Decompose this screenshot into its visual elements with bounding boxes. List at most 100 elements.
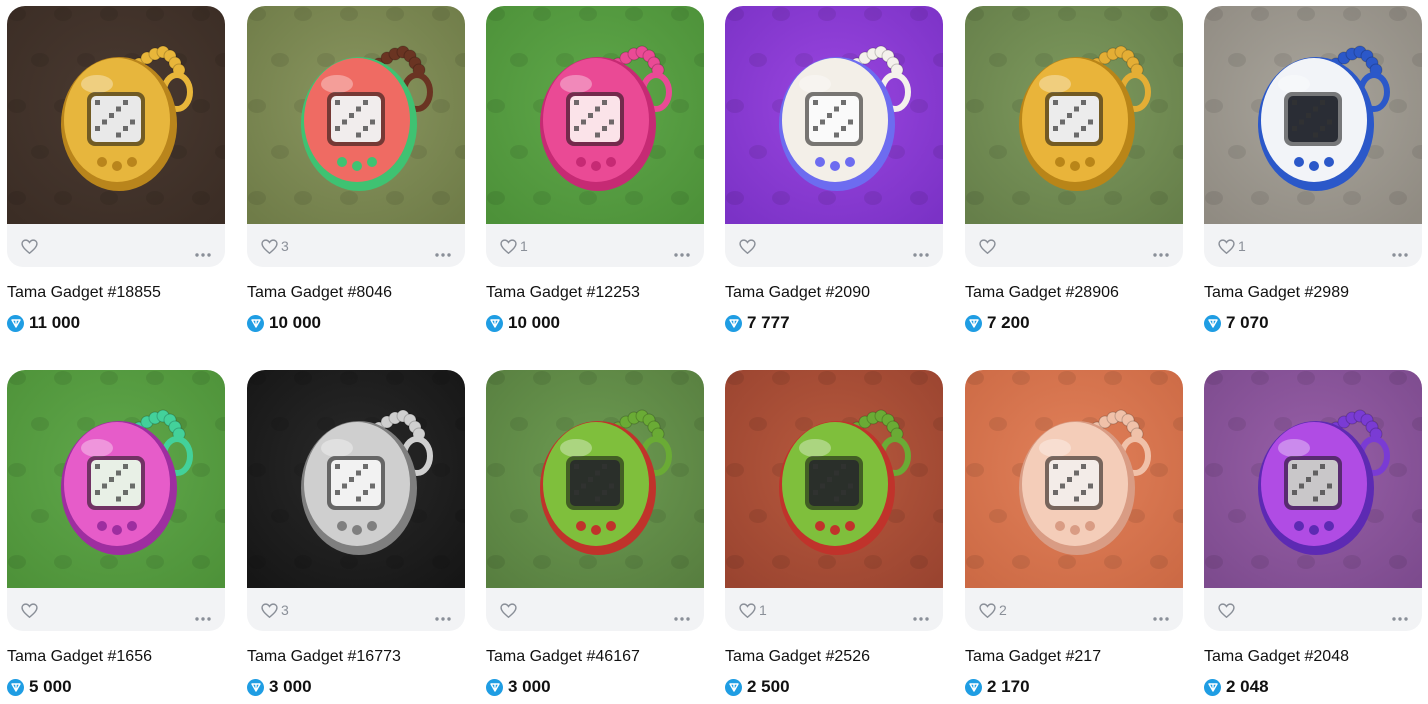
like-button[interactable] — [739, 237, 759, 255]
nft-price: 2 500 — [725, 677, 943, 697]
price-value: 11 000 — [29, 313, 81, 332]
ton-currency-icon — [7, 678, 24, 696]
nft-image[interactable] — [486, 6, 704, 224]
nft-card[interactable]: Tama Gadget #28906 7 200 — [965, 6, 1183, 333]
heart-icon — [261, 238, 278, 254]
heart-icon — [1218, 602, 1235, 618]
heart-icon — [739, 238, 756, 254]
gadget-pink-mint-icon — [7, 370, 225, 588]
nft-card[interactable]: 1 Tama Gadget #2989 7 070 — [1204, 6, 1422, 333]
nft-image[interactable] — [247, 370, 465, 588]
more-options-icon[interactable] — [195, 608, 211, 621]
card-actions: 1 — [486, 224, 704, 267]
card-actions — [7, 588, 225, 631]
nft-card[interactable]: 2 Tama Gadget #217 2 170 — [965, 370, 1183, 697]
like-count: 1 — [1238, 238, 1246, 254]
nft-price: 7 070 — [1204, 313, 1422, 333]
nft-image[interactable] — [247, 6, 465, 224]
like-button[interactable]: 1 — [500, 237, 528, 255]
more-options-icon[interactable] — [1153, 608, 1169, 621]
ton-currency-icon — [1204, 678, 1221, 696]
nft-title[interactable]: Tama Gadget #12253 — [486, 283, 704, 303]
nft-title[interactable]: Tama Gadget #8046 — [247, 283, 465, 303]
like-button[interactable]: 3 — [261, 601, 289, 619]
gadget-peach-icon — [965, 370, 1183, 588]
nft-price: 2 048 — [1204, 677, 1422, 697]
like-button[interactable]: 1 — [739, 601, 767, 619]
card-actions — [965, 224, 1183, 267]
nft-title[interactable]: Tama Gadget #2989 — [1204, 283, 1422, 303]
more-options-icon[interactable] — [674, 244, 690, 257]
like-button[interactable]: 2 — [979, 601, 1007, 619]
like-button[interactable] — [21, 601, 41, 619]
more-options-icon[interactable] — [913, 608, 929, 621]
nft-price: 2 170 — [965, 677, 1183, 697]
more-options-icon[interactable] — [435, 608, 451, 621]
price-value: 3 000 — [269, 677, 312, 696]
like-button[interactable] — [21, 237, 41, 255]
nft-card[interactable]: 3 Tama Gadget #8046 10 000 — [247, 6, 465, 333]
gadget-violet-icon — [1204, 370, 1422, 588]
nft-image[interactable] — [7, 6, 225, 224]
nft-title[interactable]: Tama Gadget #1656 — [7, 647, 225, 667]
nft-card[interactable]: 3 Tama Gadget #16773 3 000 — [247, 370, 465, 697]
more-options-icon[interactable] — [674, 608, 690, 621]
nft-card[interactable]: 1 Tama Gadget #12253 10 000 — [486, 6, 704, 333]
like-button[interactable]: 3 — [261, 237, 289, 255]
nft-card[interactable]: Tama Gadget #18855 11 000 — [7, 6, 225, 333]
nft-title[interactable]: Tama Gadget #18855 — [7, 283, 225, 303]
more-options-icon[interactable] — [435, 244, 451, 257]
nft-image[interactable] — [7, 370, 225, 588]
nft-image[interactable] — [486, 370, 704, 588]
like-count: 3 — [281, 238, 289, 254]
more-options-icon[interactable] — [195, 244, 211, 257]
nft-price: 10 000 — [247, 313, 465, 333]
nft-card[interactable]: Tama Gadget #2090 7 777 — [725, 6, 943, 333]
like-button[interactable] — [979, 237, 999, 255]
more-options-icon[interactable] — [1392, 608, 1408, 621]
heart-icon — [979, 238, 996, 254]
nft-price: 5 000 — [7, 677, 225, 697]
nft-card[interactable]: Tama Gadget #1656 5 000 — [7, 370, 225, 697]
nft-title[interactable]: Tama Gadget #28906 — [965, 283, 1183, 303]
gadget-pink-heart-icon — [486, 6, 704, 224]
heart-icon — [21, 238, 38, 254]
nft-image[interactable] — [965, 370, 1183, 588]
nft-price: 7 777 — [725, 313, 943, 333]
card-actions: 2 — [965, 588, 1183, 631]
nft-title[interactable]: Tama Gadget #2090 — [725, 283, 943, 303]
nft-image[interactable] — [725, 370, 943, 588]
more-options-icon[interactable] — [913, 244, 929, 257]
more-options-icon[interactable] — [1153, 244, 1169, 257]
nft-card[interactable]: 1 Tama Gadget #2526 2 500 — [725, 370, 943, 697]
card-actions: 1 — [725, 588, 943, 631]
nft-card[interactable]: Tama Gadget #46167 3 000 — [486, 370, 704, 697]
nft-image[interactable] — [965, 6, 1183, 224]
nft-title[interactable]: Tama Gadget #16773 — [247, 647, 465, 667]
ton-currency-icon — [725, 314, 742, 332]
card-actions: 3 — [247, 588, 465, 631]
nft-card[interactable]: Tama Gadget #2048 2 048 — [1204, 370, 1422, 697]
ton-currency-icon — [1204, 314, 1221, 332]
nft-price: 11 000 — [7, 313, 225, 333]
nft-image[interactable] — [1204, 370, 1422, 588]
like-count: 1 — [520, 238, 528, 254]
price-value: 7 070 — [1226, 313, 1269, 332]
like-button[interactable] — [1218, 601, 1238, 619]
like-button[interactable] — [500, 601, 520, 619]
nft-title[interactable]: Tama Gadget #46167 — [486, 647, 704, 667]
nft-image[interactable] — [725, 6, 943, 224]
heart-icon — [739, 602, 756, 618]
nft-title[interactable]: Tama Gadget #2048 — [1204, 647, 1422, 667]
ton-currency-icon — [486, 678, 503, 696]
nft-image[interactable] — [1204, 6, 1422, 224]
price-value: 7 777 — [747, 313, 790, 332]
like-button[interactable]: 1 — [1218, 237, 1246, 255]
nft-title[interactable]: Tama Gadget #2526 — [725, 647, 943, 667]
more-options-icon[interactable] — [1392, 244, 1408, 257]
nft-title[interactable]: Tama Gadget #217 — [965, 647, 1183, 667]
card-actions — [725, 224, 943, 267]
ton-currency-icon — [247, 314, 264, 332]
nft-price: 7 200 — [965, 313, 1183, 333]
gadget-frog-icon — [486, 370, 704, 588]
